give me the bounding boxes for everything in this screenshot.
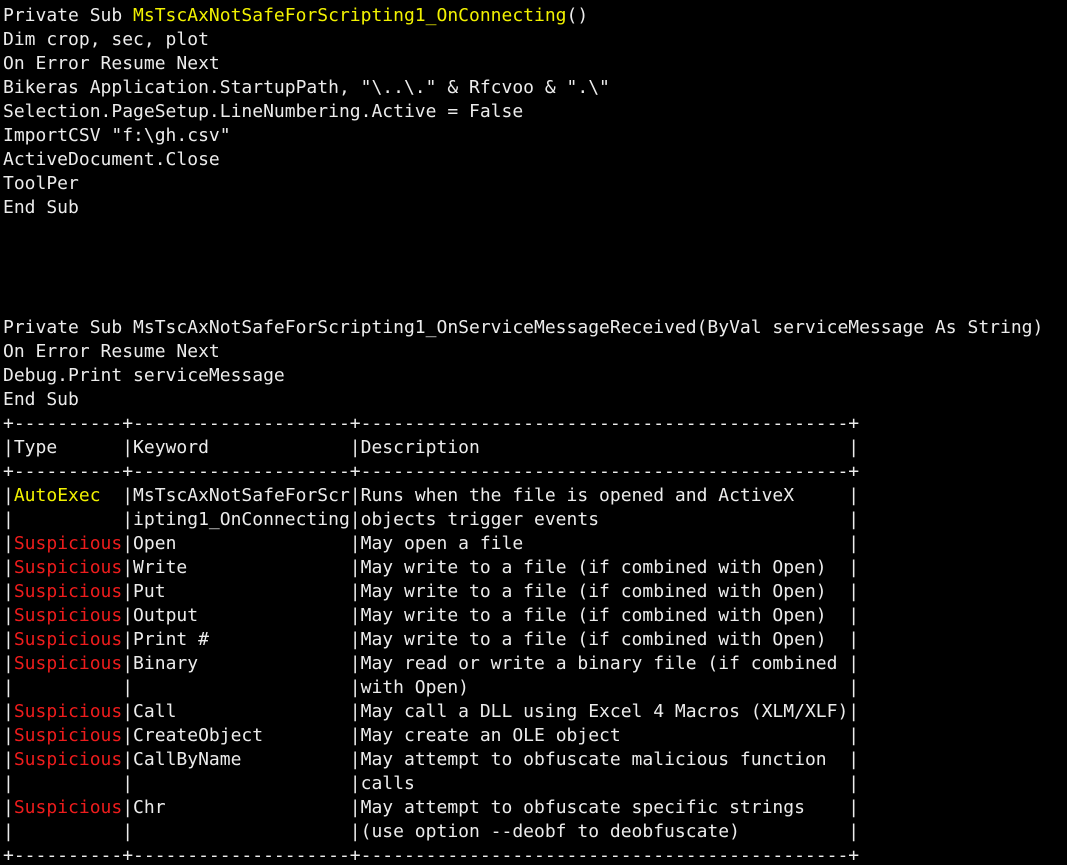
- terminal-text: Dim crop, sec, plot: [3, 29, 209, 50]
- terminal-line: +----------+--------------------+-------…: [3, 412, 1067, 436]
- terminal-text: |Call |May call a DLL using Excel 4 Macr…: [122, 701, 860, 722]
- terminal-text: |Write |May write to a file (if combined…: [122, 557, 860, 578]
- terminal-text: |: [3, 629, 14, 650]
- terminal-text: Bikeras Application.StartupPath, "\..\."…: [3, 77, 610, 98]
- terminal-text: Suspicious: [13, 653, 123, 674]
- terminal-text: Debug.Print serviceMessage: [3, 365, 285, 386]
- terminal-text: |CreateObject |May create an OLE object …: [122, 725, 860, 746]
- terminal-line: |AutoExec |MsTscAxNotSafeForScr|Runs whe…: [3, 484, 1067, 508]
- terminal-text: | | |calls |: [3, 773, 860, 794]
- terminal-text: +----------+--------------------+-------…: [3, 845, 860, 865]
- terminal-text: |Output |May write to a file (if combine…: [122, 605, 860, 626]
- terminal-text: ImportCSV "f:\gh.csv": [3, 125, 231, 146]
- terminal-line: |Suspicious|Print # |May write to a file…: [3, 628, 1067, 652]
- terminal-text: | | |with Open) |: [3, 677, 860, 698]
- terminal-text: (): [566, 5, 589, 26]
- terminal-text: AutoExec: [13, 485, 101, 506]
- terminal-line: +----------+--------------------+-------…: [3, 844, 1067, 865]
- terminal-text: |CallByName |May attempt to obfuscate ma…: [122, 749, 860, 770]
- terminal-line: |Suspicious|Output |May write to a file …: [3, 604, 1067, 628]
- terminal-output[interactable]: Private Sub MsTscAxNotSafeForScripting1_…: [0, 0, 1067, 865]
- terminal-line: Private Sub MsTscAxNotSafeForScripting1_…: [3, 4, 1067, 28]
- terminal-text: |: [3, 725, 14, 746]
- terminal-line: |Suspicious|Call |May call a DLL using E…: [3, 700, 1067, 724]
- terminal-line: On Error Resume Next: [3, 340, 1067, 364]
- terminal-line: Dim crop, sec, plot: [3, 28, 1067, 52]
- terminal-text: Suspicious: [13, 701, 123, 722]
- terminal-text: |: [3, 557, 14, 578]
- terminal-text: Suspicious: [13, 725, 123, 746]
- terminal-line: |Suspicious|Chr |May attempt to obfuscat…: [3, 796, 1067, 820]
- terminal-line: |Suspicious|Binary |May read or write a …: [3, 652, 1067, 676]
- terminal-text: | | |(use option --deobf to deobfuscate)…: [3, 821, 860, 842]
- terminal-text: |: [3, 797, 14, 818]
- terminal-line: | | |calls |: [3, 772, 1067, 796]
- terminal-line: On Error Resume Next: [3, 52, 1067, 76]
- terminal-text: |Print # |May write to a file (if combin…: [122, 629, 860, 650]
- terminal-text: |: [3, 485, 14, 506]
- terminal-line: | |ipting1_OnConnecting|objects trigger …: [3, 508, 1067, 532]
- terminal-line: |Suspicious|Open |May open a file |: [3, 532, 1067, 556]
- terminal-text: Private Sub MsTscAxNotSafeForScripting1_…: [3, 317, 1044, 338]
- terminal-line: |Suspicious|CallByName |May attempt to o…: [3, 748, 1067, 772]
- terminal-text: On Error Resume Next: [3, 53, 220, 74]
- terminal-text: Suspicious: [13, 629, 123, 650]
- terminal-text: ToolPer: [3, 173, 79, 194]
- terminal-line: |Type |Keyword |Description |: [3, 436, 1067, 460]
- terminal-text: Suspicious: [13, 581, 123, 602]
- terminal-text: |: [3, 749, 14, 770]
- terminal-text: Suspicious: [13, 557, 123, 578]
- terminal-text: |Open |May open a file |: [122, 533, 860, 554]
- terminal-text: | |ipting1_OnConnecting|objects trigger …: [3, 509, 860, 530]
- terminal-line: End Sub: [3, 196, 1067, 220]
- terminal-line: | | |(use option --deobf to deobfuscate)…: [3, 820, 1067, 844]
- terminal-text: Suspicious: [13, 749, 123, 770]
- terminal-text: Selection.PageSetup.LineNumbering.Active…: [3, 101, 524, 122]
- terminal-text: |Type |Keyword |Description |: [3, 437, 860, 458]
- terminal-line: Selection.PageSetup.LineNumbering.Active…: [3, 100, 1067, 124]
- terminal-line: |Suspicious|CreateObject |May create an …: [3, 724, 1067, 748]
- terminal-text: Private Sub: [3, 5, 134, 26]
- terminal-text: |: [3, 605, 14, 626]
- terminal-text: End Sub: [3, 389, 79, 410]
- terminal-text: ActiveDocument.Close: [3, 149, 220, 170]
- terminal-text: Suspicious: [13, 533, 123, 554]
- terminal-text: MsTscAxNotSafeForScripting1_OnConnecting: [133, 5, 567, 26]
- terminal-line: End Sub: [3, 388, 1067, 412]
- terminal-text: |Binary |May read or write a binary file…: [122, 653, 860, 674]
- terminal-line: ActiveDocument.Close: [3, 148, 1067, 172]
- terminal-text: Suspicious: [13, 797, 123, 818]
- terminal-text: |: [3, 653, 14, 674]
- terminal-text: |Put |May write to a file (if combined w…: [122, 581, 860, 602]
- terminal-text: |: [3, 533, 14, 554]
- terminal-line: Private Sub MsTscAxNotSafeForScripting1_…: [3, 316, 1067, 340]
- terminal-text: Suspicious: [13, 605, 123, 626]
- terminal-line: |Suspicious|Put |May write to a file (if…: [3, 580, 1067, 604]
- terminal-line: +----------+--------------------+-------…: [3, 460, 1067, 484]
- terminal-text: |: [3, 581, 14, 602]
- terminal-line: | | |with Open) |: [3, 676, 1067, 700]
- terminal-text: On Error Resume Next: [3, 341, 220, 362]
- terminal-text: |MsTscAxNotSafeForScr|Runs when the file…: [100, 485, 860, 506]
- terminal-line: Debug.Print serviceMessage: [3, 364, 1067, 388]
- terminal-line: |Suspicious|Write |May write to a file (…: [3, 556, 1067, 580]
- terminal-line: ToolPer: [3, 172, 1067, 196]
- terminal-text: |Chr |May attempt to obfuscate specific …: [122, 797, 860, 818]
- terminal-text: +----------+--------------------+-------…: [3, 461, 860, 482]
- terminal-text: End Sub: [3, 197, 79, 218]
- terminal-line: ImportCSV "f:\gh.csv": [3, 124, 1067, 148]
- terminal-text: |: [3, 701, 14, 722]
- terminal-line: Bikeras Application.StartupPath, "\..\."…: [3, 76, 1067, 100]
- terminal-text: +----------+--------------------+-------…: [3, 413, 860, 434]
